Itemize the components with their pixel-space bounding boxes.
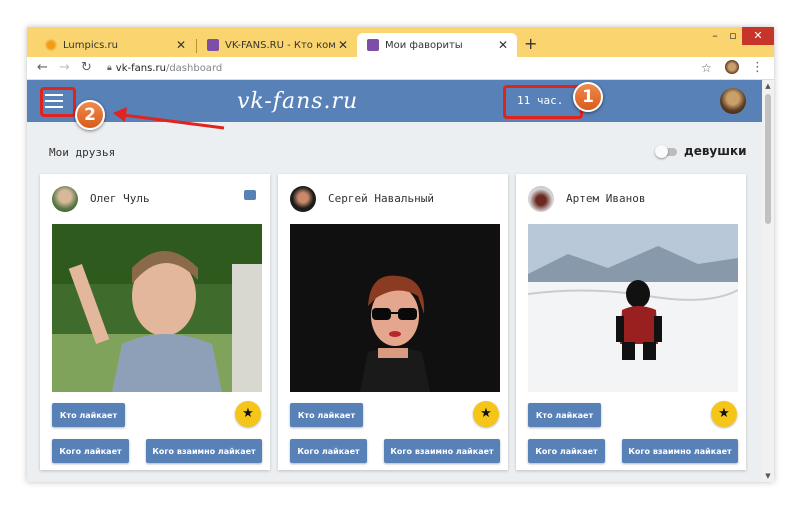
pointer-arrow	[113, 107, 225, 130]
browser-window: Lumpics.ru ✕ VK-FANS.RU - Кто кому стави…	[27, 27, 774, 482]
